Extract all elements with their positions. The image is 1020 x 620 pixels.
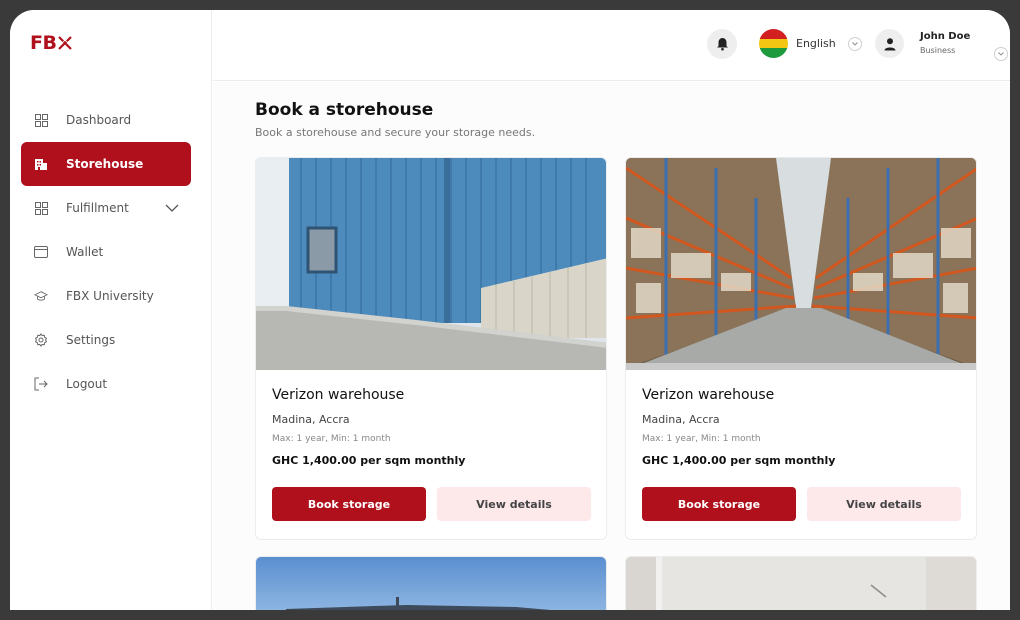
sidebar-item-label: Logout — [66, 377, 108, 391]
sidebar-item-dashboard[interactable]: Dashboard — [21, 98, 191, 142]
sidebar-item-label: Dashboard — [66, 113, 132, 127]
warehouse-price: GHC 1,400.00 per sqm monthly — [272, 454, 466, 467]
language-chevron-down-icon[interactable] — [848, 37, 862, 51]
warehouse-exterior-image — [256, 158, 606, 370]
warehouse-price: GHC 1,400.00 per sqm monthly — [642, 454, 836, 467]
sidebar-item-label: FBX University — [66, 289, 154, 303]
language-label[interactable]: English — [796, 37, 836, 50]
view-details-button[interactable]: View details — [437, 487, 591, 521]
sidebar-item-label: Settings — [66, 333, 116, 347]
user-role: Business — [920, 46, 956, 55]
sidebar-item-label: Storehouse — [66, 157, 144, 171]
graduation-cap-icon — [34, 289, 48, 303]
storehouse-card — [255, 556, 607, 610]
sidebar-item-settings[interactable]: Settings — [21, 318, 191, 362]
logo-mark-icon — [58, 36, 73, 50]
notifications-button[interactable] — [707, 29, 737, 59]
grid-icon — [34, 201, 48, 215]
storehouse-card — [625, 556, 977, 610]
warehouse-name: Verizon warehouse — [642, 387, 775, 403]
user-menu-chevron-down-icon[interactable] — [994, 47, 1008, 61]
app-window: FB Dashboard Storehouse Fulfillment Wall… — [10, 10, 1010, 610]
warehouse-sky-image — [256, 557, 606, 610]
building-icon — [34, 157, 48, 171]
page-subtitle: Book a storehouse and secure your storag… — [255, 126, 536, 139]
chevron-down-icon[interactable] — [165, 201, 179, 215]
language-flag-icon[interactable] — [759, 29, 788, 58]
sidebar-item-fbx-university[interactable]: FBX University — [21, 274, 191, 318]
warehouse-duration: Max: 1 year, Min: 1 month — [642, 434, 761, 444]
warehouse-location: Madina, Accra — [272, 413, 350, 426]
storehouse-card: Verizon warehouse Madina, Accra Max: 1 y… — [625, 157, 977, 540]
warehouse-duration: Max: 1 year, Min: 1 month — [272, 434, 391, 444]
bell-icon — [716, 38, 728, 51]
sidebar-item-storehouse[interactable]: Storehouse — [21, 142, 191, 186]
top-header: English John Doe Business — [213, 10, 1010, 81]
sidebar: FB Dashboard Storehouse Fulfillment Wall… — [10, 10, 212, 610]
user-icon — [884, 37, 895, 50]
sidebar-item-wallet[interactable]: Wallet — [21, 230, 191, 274]
logo[interactable]: FB — [30, 32, 73, 54]
warehouse-room-image — [626, 557, 976, 610]
main-content: Book a storehouse Book a storehouse and … — [213, 82, 1010, 610]
warehouse-interior-image — [626, 158, 976, 370]
wallet-icon — [34, 245, 48, 259]
warehouse-location: Madina, Accra — [642, 413, 720, 426]
sidebar-item-fulfillment[interactable]: Fulfillment — [21, 186, 191, 230]
grid-icon — [34, 113, 48, 127]
book-storage-button[interactable]: Book storage — [272, 487, 426, 521]
storehouse-card: Verizon warehouse Madina, Accra Max: 1 y… — [255, 157, 607, 540]
avatar[interactable] — [875, 29, 904, 58]
logout-icon — [34, 377, 48, 391]
sidebar-item-label: Wallet — [66, 245, 104, 259]
sidebar-nav: Dashboard Storehouse Fulfillment Wallet … — [21, 98, 191, 406]
user-name: John Doe — [920, 31, 971, 42]
logo-text: FB — [30, 32, 57, 54]
sidebar-item-logout[interactable]: Logout — [21, 362, 191, 406]
view-details-button[interactable]: View details — [807, 487, 961, 521]
sidebar-item-label: Fulfillment — [66, 201, 129, 215]
book-storage-button[interactable]: Book storage — [642, 487, 796, 521]
page-title: Book a storehouse — [255, 100, 434, 120]
warehouse-name: Verizon warehouse — [272, 387, 405, 403]
gear-icon — [34, 333, 48, 347]
